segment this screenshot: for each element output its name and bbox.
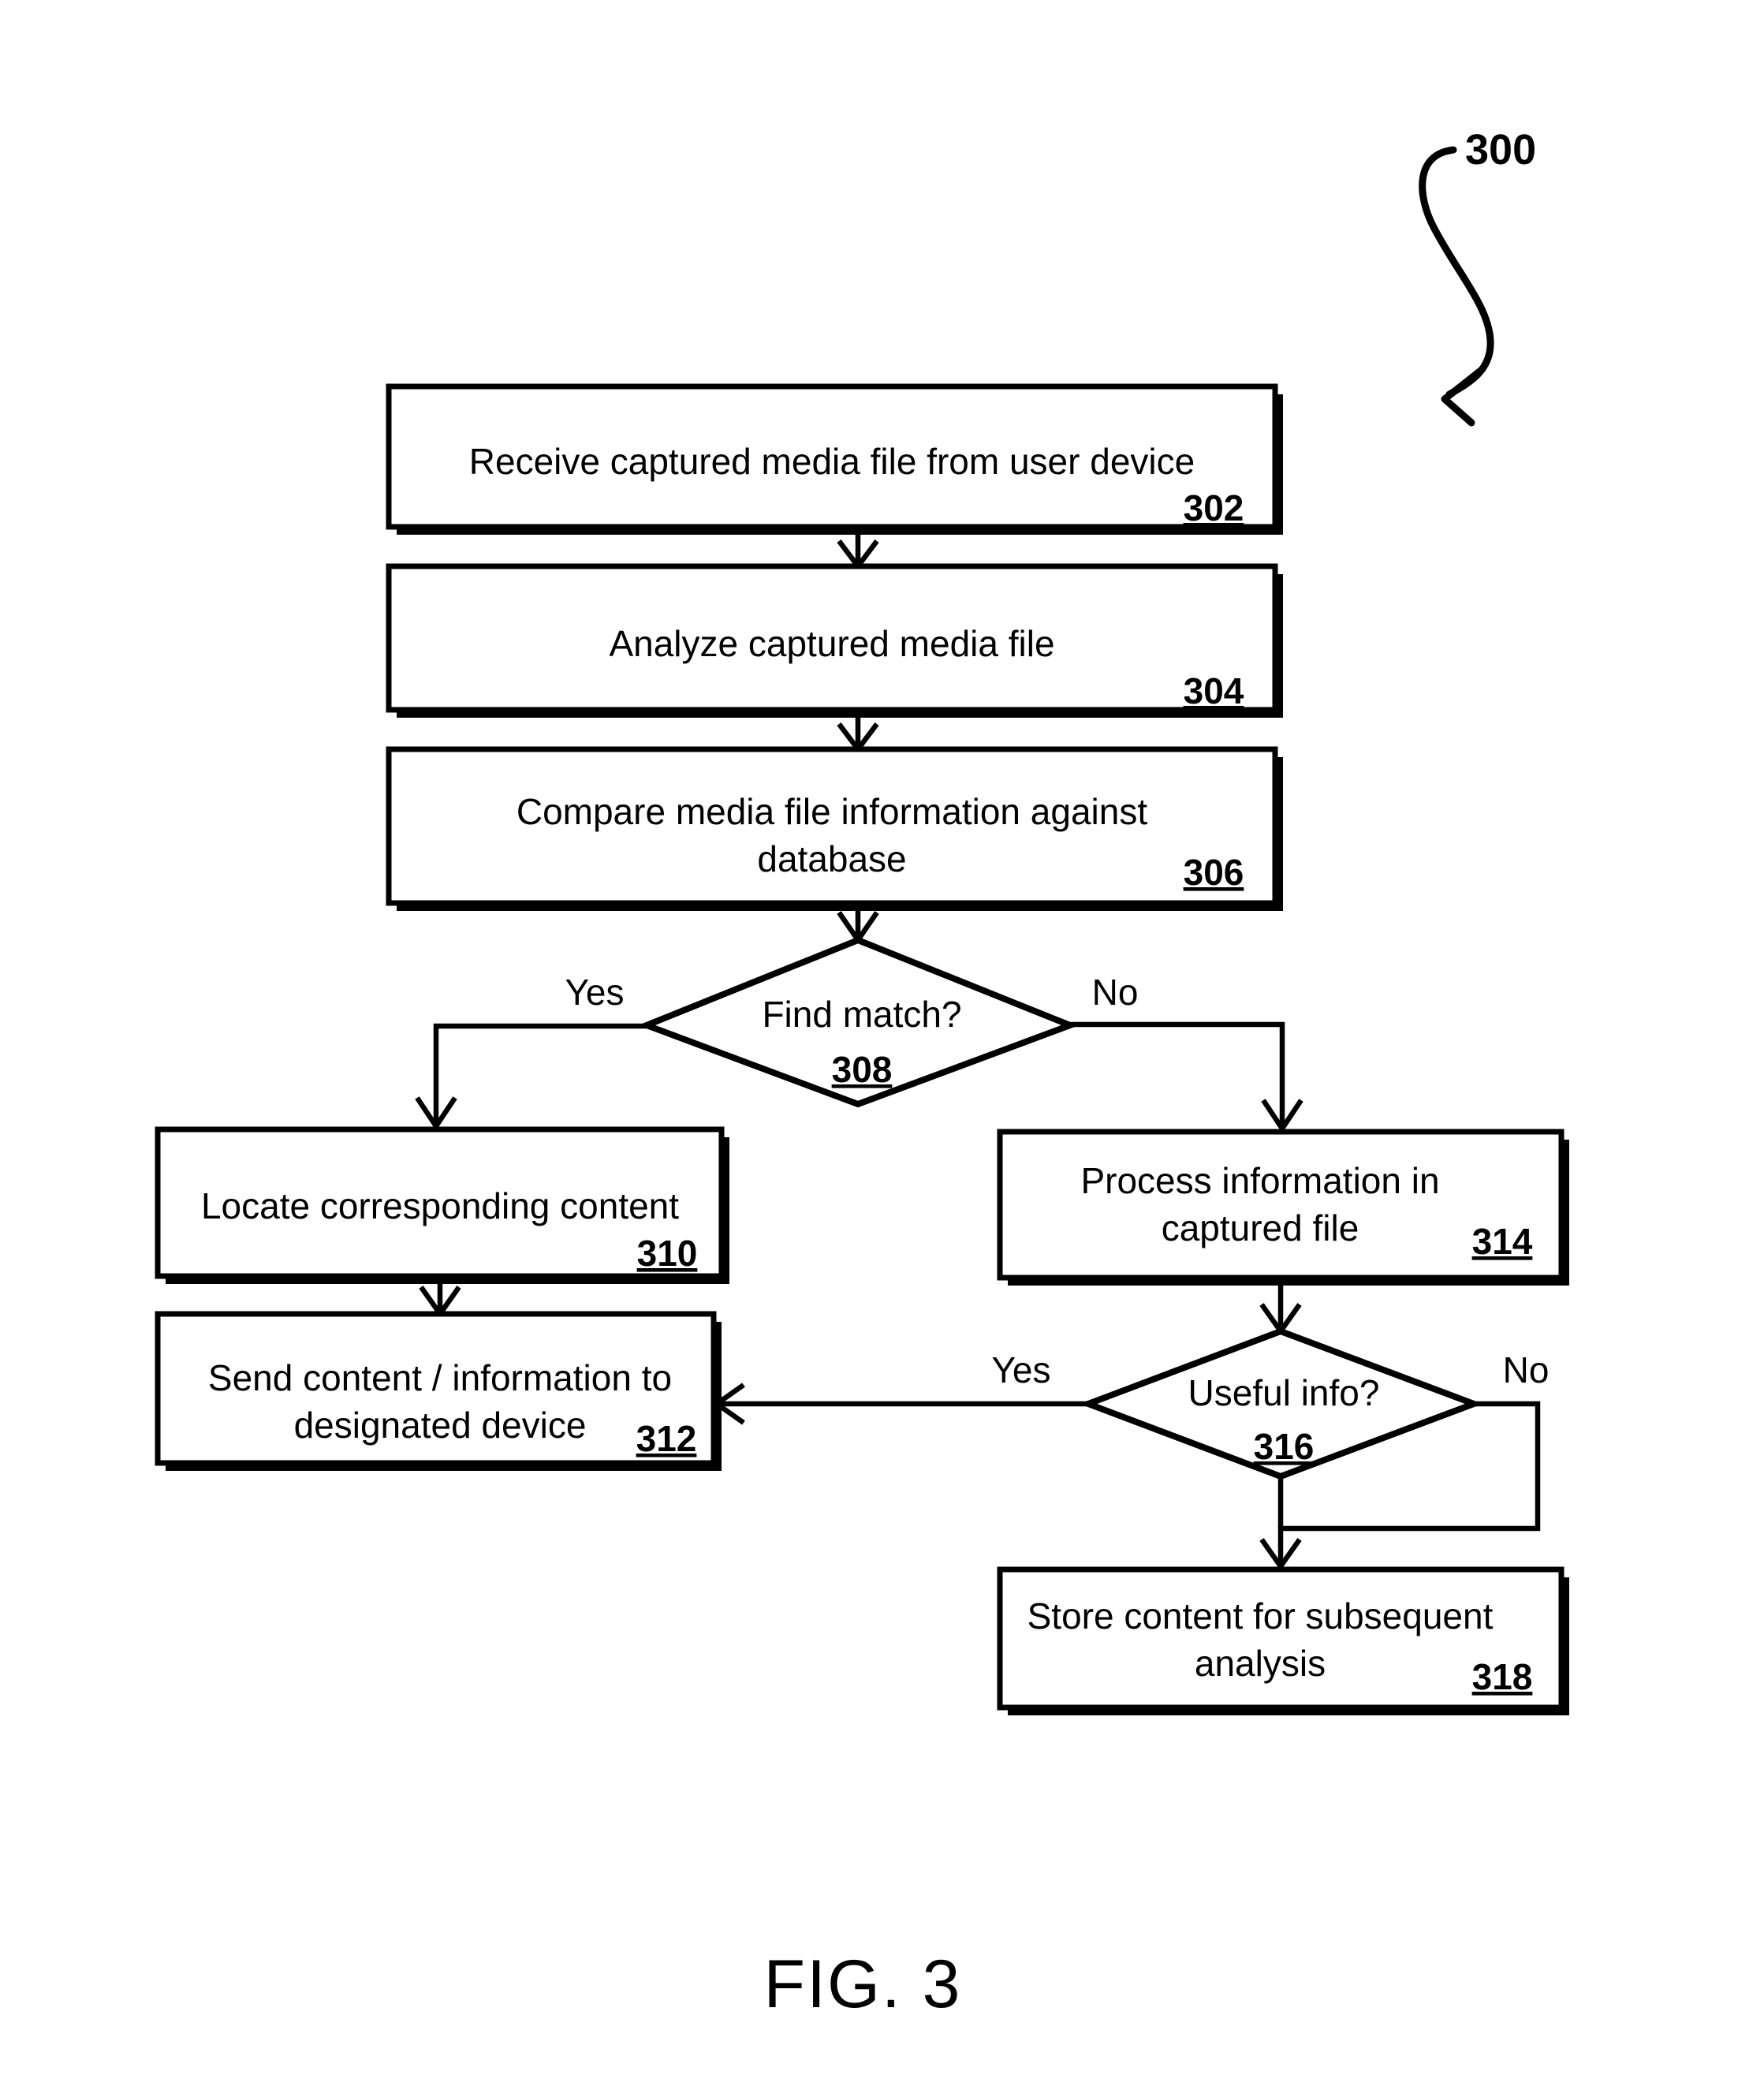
- node-302-line-1: Receive captured media file from user de…: [469, 441, 1195, 482]
- node-308-ref: 308: [832, 1049, 893, 1090]
- node-304-ref: 304: [1184, 670, 1244, 711]
- node-318-line-1: Store content for subsequent: [1027, 1595, 1494, 1636]
- edge-308-yes-label: Yes: [565, 972, 624, 1013]
- figure-reference-label: 300: [1465, 126, 1536, 174]
- node-318-ref: 318: [1472, 1656, 1533, 1697]
- edge-314-to-316: [1259, 1278, 1302, 1336]
- node-306-line-2: database: [757, 838, 906, 879]
- node-306-ref: 306: [1184, 852, 1244, 893]
- node-316-ref: 316: [1254, 1426, 1315, 1467]
- node-318: Store content for subsequent analysis 31…: [997, 1566, 1569, 1715]
- figure-caption: FIG. 3: [764, 1946, 962, 2022]
- edge-316-yes-label: Yes: [991, 1349, 1050, 1390]
- node-308: Find match? 308: [637, 936, 1080, 1108]
- edge-308-yes-to-310: Yes: [415, 972, 647, 1131]
- node-310-line-1: Locate corresponding content: [201, 1185, 679, 1226]
- node-306: Compare media file information against d…: [386, 746, 1283, 911]
- node-304: Analyze captured media file 304: [386, 563, 1283, 718]
- node-312-line-2: designated device: [294, 1405, 587, 1446]
- node-312: Send content / information to designated…: [155, 1311, 722, 1471]
- node-302-ref: 302: [1184, 487, 1244, 528]
- node-316: Useful info? 316: [1079, 1327, 1483, 1480]
- node-312-ref: 312: [636, 1418, 697, 1459]
- edge-316-yes-to-312: Yes: [712, 1349, 1088, 1425]
- node-314-line-2: captured file: [1162, 1207, 1359, 1248]
- node-310-ref: 310: [637, 1233, 698, 1274]
- figure-sheet: 300 Receive captured media file from use…: [0, 0, 1764, 2075]
- node-302: Receive captured media file from user de…: [386, 383, 1283, 535]
- node-314-line-1: Process information in: [1080, 1160, 1439, 1201]
- node-318-line-2: analysis: [1195, 1643, 1326, 1684]
- node-316-line-1: Useful info?: [1188, 1372, 1380, 1413]
- edge-308-no-label: No: [1092, 972, 1139, 1013]
- node-308-line-1: Find match?: [762, 994, 961, 1035]
- flowchart-canvas: 300 Receive captured media file from use…: [155, 126, 1569, 2022]
- node-304-line-1: Analyze captured media file: [609, 623, 1054, 664]
- edge-308-no-to-314: No: [1070, 972, 1303, 1133]
- leader-curve-icon: [1419, 146, 1494, 398]
- leader-arrowhead-icon: [1441, 365, 1486, 427]
- node-310: Locate corresponding content 310: [155, 1126, 729, 1284]
- figure-reference-300: 300: [1419, 126, 1536, 427]
- edge-316-no-label: No: [1503, 1349, 1550, 1390]
- node-306-line-1: Compare media file information against: [517, 791, 1148, 832]
- node-312-line-1: Send content / information to: [208, 1357, 672, 1398]
- node-314: Process information in captured file 314: [997, 1129, 1569, 1286]
- node-314-ref: 314: [1472, 1221, 1533, 1262]
